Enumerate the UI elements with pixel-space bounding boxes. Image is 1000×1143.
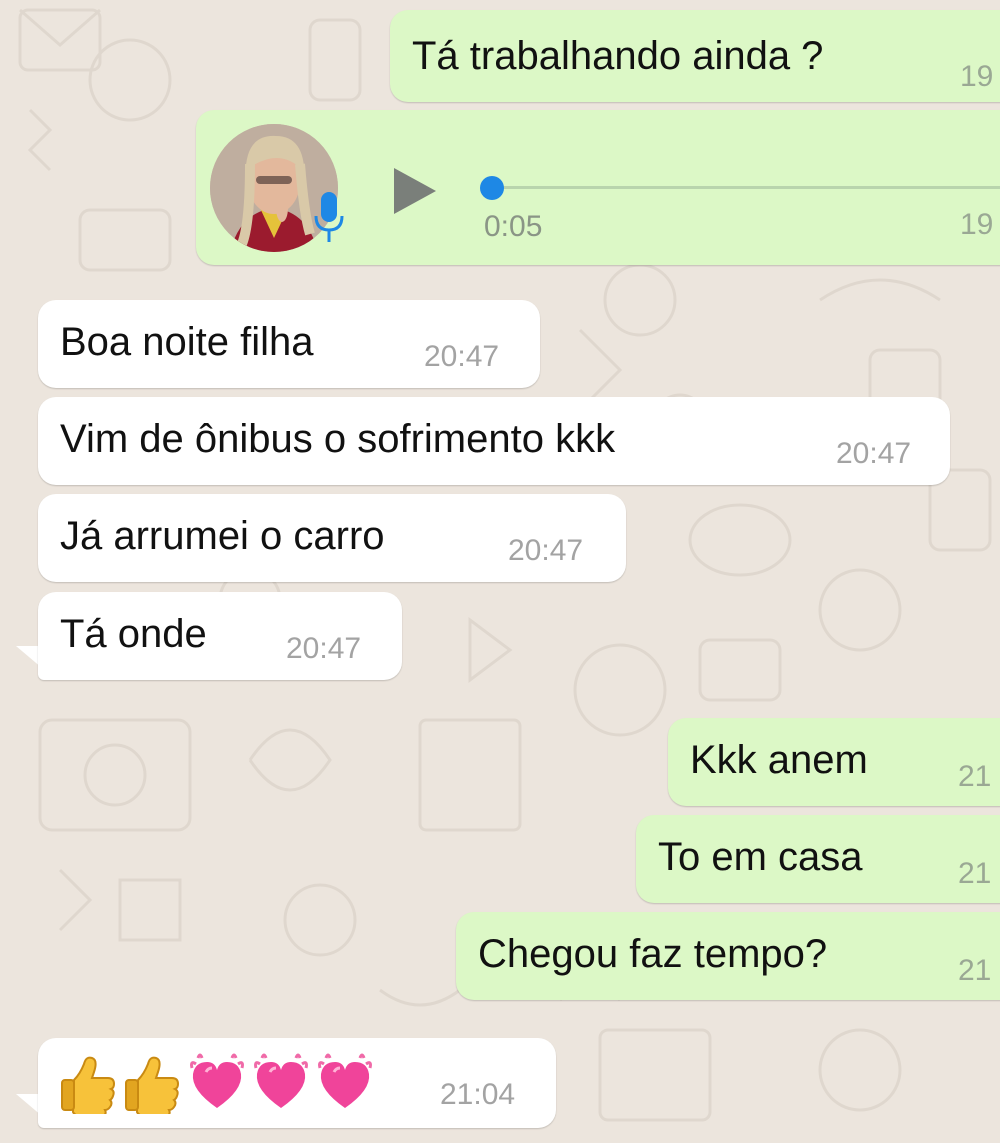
- growing-heart-icon: [318, 1053, 372, 1108]
- message-time: 19: [960, 208, 994, 241]
- microphone-icon: [314, 192, 344, 242]
- message-time: 20:47: [508, 534, 584, 567]
- message-bubble-incoming[interactable]: Tá onde 20:47: [38, 592, 402, 680]
- message-time: 21: [958, 857, 992, 890]
- voice-message-bubble[interactable]: 0:05 19: [196, 110, 1000, 265]
- message-text: Vim de ônibus o sofrimento kkk: [60, 417, 616, 461]
- emoji-message-bubble[interactable]: 21:04: [38, 1038, 556, 1128]
- message-time: 20:47: [424, 340, 500, 373]
- message-text: Tá trabalhando ainda ?: [412, 34, 824, 78]
- message-text: Tá onde: [60, 612, 207, 656]
- message-time: 21:04: [440, 1078, 516, 1111]
- message-time: 21: [958, 954, 992, 987]
- message-text: To em casa: [658, 835, 863, 879]
- growing-heart-icon: [254, 1053, 308, 1108]
- play-icon[interactable]: [394, 168, 436, 214]
- message-bubble-outgoing[interactable]: Kkk anem 21: [668, 718, 1000, 806]
- thumbs-up-icon: [61, 1056, 116, 1114]
- message-text: Já arrumei o carro: [60, 514, 385, 558]
- message-time: 20:47: [836, 437, 912, 470]
- emoji-row: [60, 1050, 374, 1114]
- message-bubble-incoming[interactable]: Já arrumei o carro 20:47: [38, 494, 626, 582]
- message-bubble-incoming[interactable]: Boa noite filha 20:47: [38, 300, 540, 388]
- voice-progress-knob[interactable]: [480, 176, 504, 200]
- message-time: 21: [958, 760, 992, 793]
- message-text: Kkk anem: [690, 738, 868, 782]
- message-text: Chegou faz tempo?: [478, 932, 828, 976]
- message-bubble-outgoing[interactable]: Tá trabalhando ainda ? 19: [390, 10, 1000, 102]
- growing-heart-icon: [190, 1053, 244, 1108]
- message-bubble-outgoing[interactable]: Chegou faz tempo? 21: [456, 912, 1000, 1000]
- message-time: 20:47: [286, 632, 362, 665]
- message-bubble-incoming[interactable]: Vim de ônibus o sofrimento kkk 20:47: [38, 397, 950, 485]
- voice-duration: 0:05: [484, 210, 543, 243]
- voice-progress-track[interactable]: [492, 186, 1000, 189]
- message-bubble-outgoing[interactable]: To em casa 21: [636, 815, 1000, 903]
- message-text: Boa noite filha: [60, 320, 314, 364]
- thumbs-up-icon: [125, 1056, 180, 1114]
- message-time: 19: [960, 60, 994, 93]
